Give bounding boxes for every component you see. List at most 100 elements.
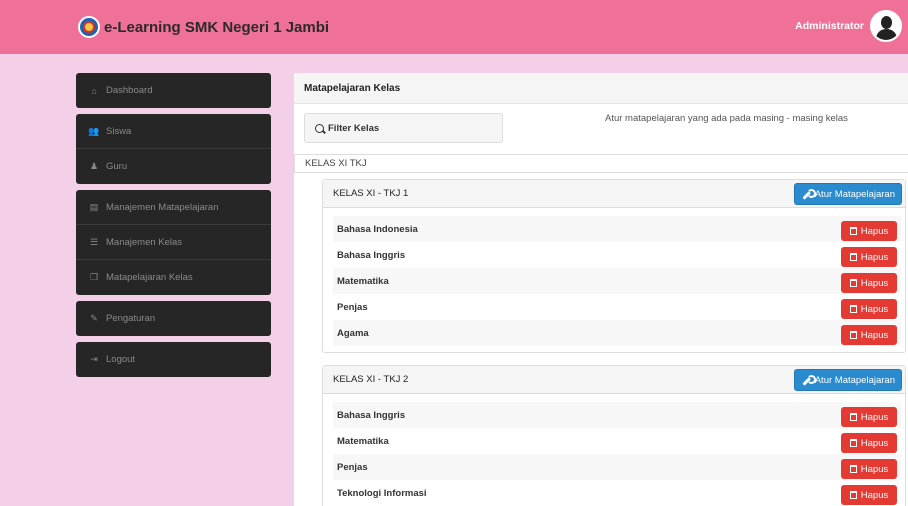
sidebar-group: ▤ Manajemen Matapelajaran ☰ Manajemen Kelas… [76,190,271,295]
sidebar-group: ⇥ Logout [76,342,271,377]
subject-list: Bahasa Indonesia Hapus Bahasa Inggris Hapus… [323,208,905,352]
sidebar-item-label: Matapelajaran Kelas [106,272,193,283]
subject-row: Bahasa Indonesia Hapus [333,216,901,242]
sidebar-item-label: Manajemen Matapelajaran [106,201,219,213]
hapus-button[interactable]: Hapus [841,325,897,345]
filter-label: Filter Kelas [328,122,380,134]
trash-icon [849,279,857,287]
atur-matapelajaran-button[interactable]: Atur Matapelajaran [793,369,902,391]
subject-row: Bahasa Inggris Hapus [333,402,901,428]
hapus-button[interactable]: Hapus [841,433,897,453]
hapus-label: Hapus [860,251,889,263]
subject-name: Agama [337,327,369,339]
hapus-button[interactable]: Hapus [841,485,897,505]
hapus-button[interactable]: Hapus [841,407,897,427]
sidebar-item-label: Pengaturan [106,313,156,324]
class-card: KELAS XI - TKJ 1 Atur Matapelajaran Bahasa… [322,179,906,353]
sidebar-item-label: Manajemen Kelas [106,236,183,248]
page-title: Matapelajaran Kelas [294,73,908,104]
atur-matapelajaran-button[interactable]: Atur Matapelajaran [793,183,902,205]
sidebar-item-logout[interactable]: ⇥ Logout [76,342,271,377]
hapus-label: Hapus [860,329,889,341]
user-name[interactable]: Administrator [795,20,864,32]
copy-icon: ❐ [89,272,99,282]
sidebar-item-manajemen-matapelajaran[interactable]: ▤ Manajemen Matapelajaran [76,190,271,225]
section-header[interactable]: KELAS XI TKJ [294,154,908,173]
class-name: KELAS XI - TKJ 2 [333,374,409,385]
sidebar-group: ✎ Pengaturan [76,301,271,336]
subject-row: Penjas Hapus [333,454,901,480]
sidebar-item-guru[interactable]: ♟ Guru [76,149,271,184]
sidebar-group: 👥 Siswa ♟ Guru [76,114,271,184]
brand[interactable]: e-Learning SMK Negeri 1 Jambi [78,12,329,42]
trash-icon [849,491,857,499]
subject-name: Penjas [337,461,368,473]
brand-title: e-Learning SMK Negeri 1 Jambi [104,18,330,36]
hapus-label: Hapus [860,303,889,315]
hapus-button[interactable]: Hapus [841,299,897,319]
sidebar: ⌂ Dashboard 👥 Siswa ♟ Guru ▤ Manajemen Matapela… [76,73,271,383]
sidebar-item-siswa[interactable]: 👥 Siswa [76,114,271,149]
school-logo-icon [78,16,100,38]
subject-row: Penjas Hapus [333,294,901,320]
subject-name: Matematika [337,435,389,447]
class-card: KELAS XI - TKJ 2 Atur Matapelajaran Bahasa… [322,365,906,506]
hapus-label: Hapus [860,225,889,237]
main-panel: Matapelajaran Kelas Filter Kelas Atur ma… [294,73,908,506]
trash-icon [849,413,857,421]
page-description: Atur matapelajaran yang ada pada masing … [605,113,848,124]
sidebar-item-label: Guru [106,161,128,172]
subject-name: Bahasa Indonesia [337,223,418,235]
top-navbar: e-Learning SMK Negeri 1 Jambi Administra… [0,0,908,54]
sidebar-item-pengaturan[interactable]: ✎ Pengaturan [76,301,271,336]
class-header: KELAS XI - TKJ 1 Atur Matapelajaran [323,180,905,208]
trash-icon [849,253,857,261]
hapus-label: Hapus [860,437,889,449]
class-name: KELAS XI - TKJ 1 [333,188,409,199]
home-icon: ⌂ [91,85,97,96]
wrench-icon [801,188,816,200]
subject-row: Teknologi Informasi Hapus [333,480,901,506]
class-header: KELAS XI - TKJ 2 Atur Matapelajaran [323,366,905,394]
subject-row: Matematika Hapus [333,428,901,454]
sidebar-group: ⌂ Dashboard [76,73,271,108]
user-icon: ♟ [89,161,99,171]
trash-icon [849,465,857,473]
search-icon [315,123,324,133]
hapus-label: Hapus [860,463,889,475]
user-menu[interactable]: Administrator [795,10,902,42]
wrench-icon [801,374,816,386]
hapus-button[interactable]: Hapus [841,247,897,267]
sidebar-item-label: Dashboard [106,85,153,96]
hapus-label: Hapus [860,277,889,289]
hapus-button[interactable]: Hapus [841,273,897,293]
atur-label: Atur Matapelajaran [814,374,895,386]
trash-icon [849,227,857,235]
subject-list: Bahasa Inggris Hapus Matematika Hapus Penjas… [323,394,905,506]
book-icon: ▤ [89,201,99,212]
list-icon: ☰ [89,236,99,247]
subject-name: Bahasa Inggris [337,409,406,421]
subject-name: Teknologi Informasi [337,487,427,499]
trash-icon [849,439,857,447]
sidebar-item-matapelajaran-kelas[interactable]: ❐ Matapelajaran Kelas [76,260,271,295]
subject-name: Matematika [337,275,389,287]
sidebar-item-label: Logout [106,354,136,365]
sidebar-item-dashboard[interactable]: ⌂ Dashboard [76,73,271,108]
subject-row: Matematika Hapus [333,268,901,294]
trash-icon [849,331,857,339]
subject-name: Penjas [337,301,368,313]
sidebar-item-label: Siswa [106,125,132,137]
atur-label: Atur Matapelajaran [814,188,895,200]
users-icon: 👥 [88,125,100,136]
hapus-button[interactable]: Hapus [841,459,897,479]
hapus-button[interactable]: Hapus [841,221,897,241]
trash-icon [849,305,857,313]
subject-name: Bahasa Inggris [337,249,406,261]
filter-kelas-button[interactable]: Filter Kelas [304,113,503,143]
hapus-label: Hapus [860,489,889,501]
sidebar-item-manajemen-kelas[interactable]: ☰ Manajemen Kelas [76,225,271,260]
subject-row: Agama Hapus [333,320,901,346]
avatar[interactable] [870,10,902,42]
logout-icon: ⇥ [90,354,98,364]
